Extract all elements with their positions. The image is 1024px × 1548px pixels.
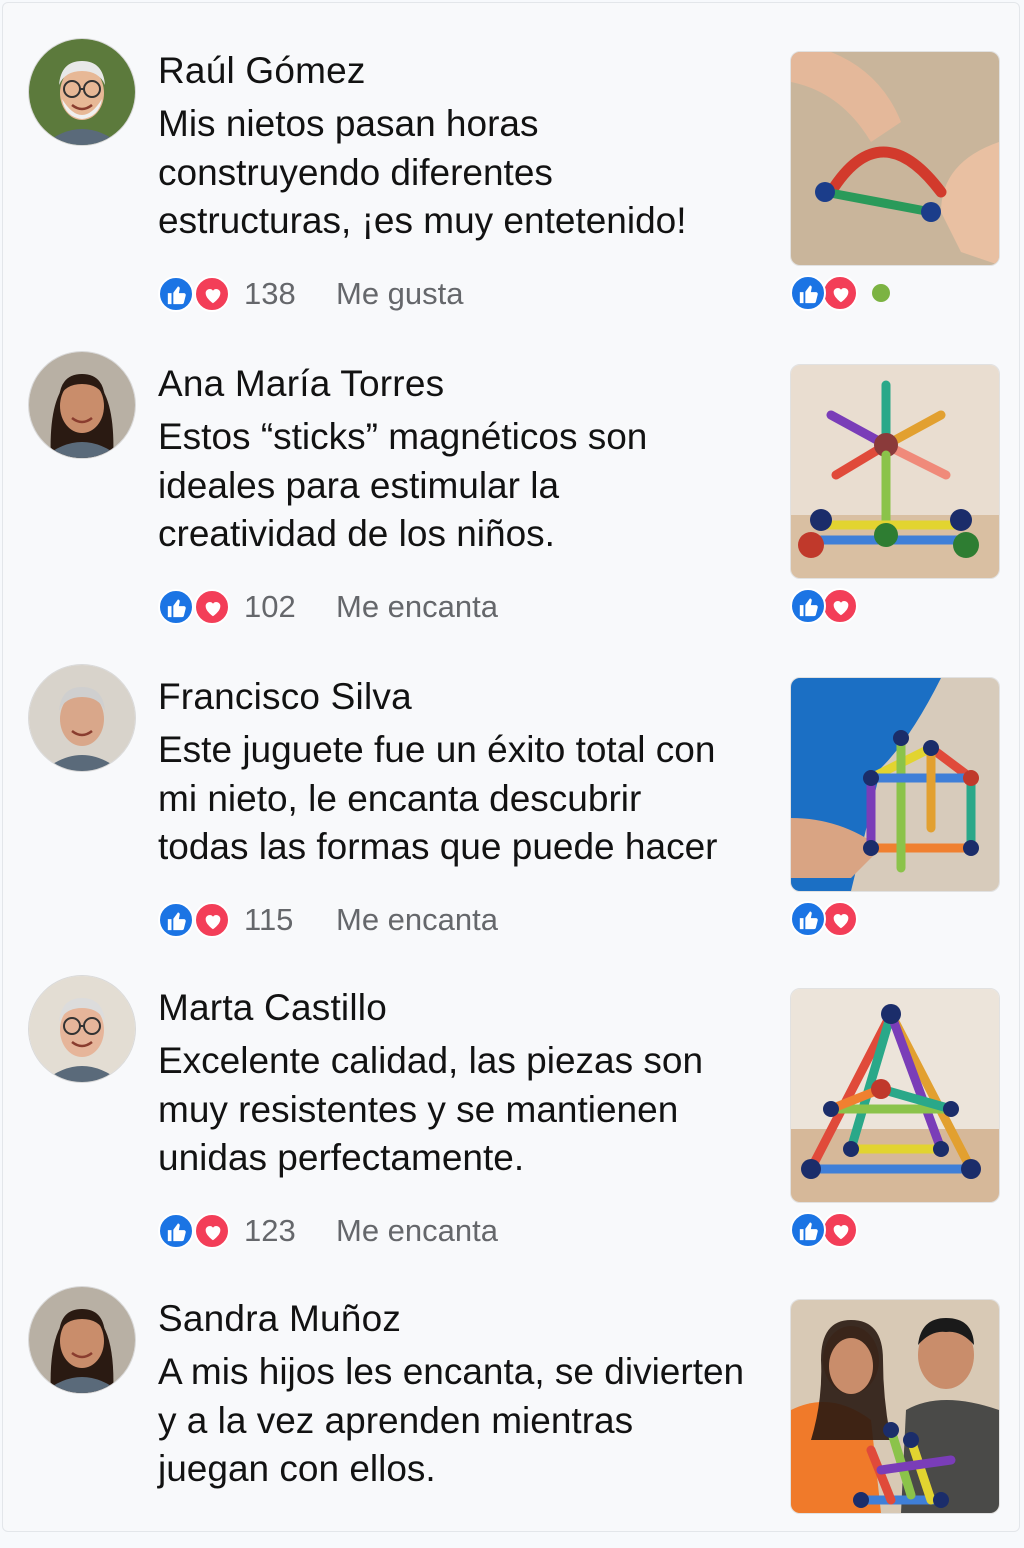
reaction-count[interactable]: 115	[244, 902, 336, 938]
reaction-count[interactable]: 123	[244, 1213, 336, 1249]
review-actions: 123 Me encanta	[158, 1211, 498, 1251]
reviewer-name[interactable]: Ana María Torres	[158, 363, 444, 405]
reaction-button[interactable]: Me encanta	[336, 1213, 498, 1249]
review-item: Marta Castillo Excelente calidad, las pie…	[0, 937, 1024, 1249]
reviewer-avatar[interactable]	[28, 1286, 136, 1394]
reviewer-name[interactable]: Francisco Silva	[158, 676, 412, 718]
review-actions: 102 Me encanta	[158, 587, 498, 627]
thumbs-up-icon	[158, 589, 194, 625]
photo-reactions[interactable]	[790, 1212, 910, 1252]
review-text: Este juguete fue un éxito total con mi n…	[158, 729, 718, 867]
reaction-summary[interactable]	[158, 274, 234, 314]
reaction-button[interactable]: Me encanta	[336, 589, 498, 625]
photo-reactions[interactable]	[790, 275, 910, 315]
thumbs-up-icon	[158, 1213, 194, 1249]
review-photo[interactable]	[790, 677, 1000, 892]
heart-icon	[822, 901, 858, 937]
photo-reactions[interactable]	[790, 901, 910, 941]
photo-reactions[interactable]	[790, 588, 910, 628]
reaction-summary[interactable]	[158, 587, 234, 627]
reviewer-name[interactable]: Raúl Gómez	[158, 50, 366, 92]
thumbs-up-icon	[790, 275, 826, 311]
reaction-button[interactable]: Me gusta	[336, 276, 464, 312]
review-text: Estos “sticks” magnéticos son ideales pa…	[158, 416, 648, 554]
thumbs-up-icon	[158, 276, 194, 312]
thumbs-up-icon	[790, 901, 826, 937]
review-item: Sandra Muñoz A mis hijos les encanta, se …	[0, 1248, 1024, 1548]
heart-icon	[822, 1212, 858, 1248]
review-actions: 115 Me encanta	[158, 900, 498, 940]
heart-icon	[822, 588, 858, 624]
review-photo[interactable]	[790, 1299, 1000, 1514]
reaction-summary[interactable]	[158, 1211, 234, 1251]
reviewer-name[interactable]: Sandra Muñoz	[158, 1298, 401, 1340]
heart-icon	[194, 589, 230, 625]
heart-icon	[194, 902, 230, 938]
heart-icon	[194, 1213, 230, 1249]
heart-icon	[194, 276, 230, 312]
review-item: Raúl Gómez Mis nietos pasan horas constru…	[0, 0, 1024, 312]
heart-icon	[822, 275, 858, 311]
reviewer-avatar[interactable]	[28, 664, 136, 772]
thumbs-up-icon	[158, 902, 194, 938]
review-item: Ana María Torres Estos “sticks” magnético…	[0, 313, 1024, 625]
reviewer-avatar[interactable]	[28, 38, 136, 146]
review-photo[interactable]	[790, 51, 1000, 266]
review-text: Mis nietos pasan horas construyendo dife…	[158, 103, 687, 241]
review-actions: 138 Me gusta	[158, 274, 464, 314]
reviewer-avatar[interactable]	[28, 975, 136, 1083]
review-text: A mis hijos les encanta, se divierten y …	[158, 1351, 745, 1489]
reaction-count[interactable]: 138	[244, 276, 336, 312]
review-item: Francisco Silva Este juguete fue un éxito…	[0, 626, 1024, 938]
reaction-button[interactable]: Me encanta	[336, 902, 498, 938]
review-photo[interactable]	[790, 988, 1000, 1203]
reviewer-name[interactable]: Marta Castillo	[158, 987, 387, 1029]
review-text: Excelente calidad, las piezas son muy re…	[158, 1040, 704, 1178]
reaction-count[interactable]: 102	[244, 589, 336, 625]
online-status-dot	[872, 284, 890, 302]
thumbs-up-icon	[790, 588, 826, 624]
reaction-summary[interactable]	[158, 900, 234, 940]
review-photo[interactable]	[790, 364, 1000, 579]
thumbs-up-icon	[790, 1212, 826, 1248]
reviewer-avatar[interactable]	[28, 351, 136, 459]
